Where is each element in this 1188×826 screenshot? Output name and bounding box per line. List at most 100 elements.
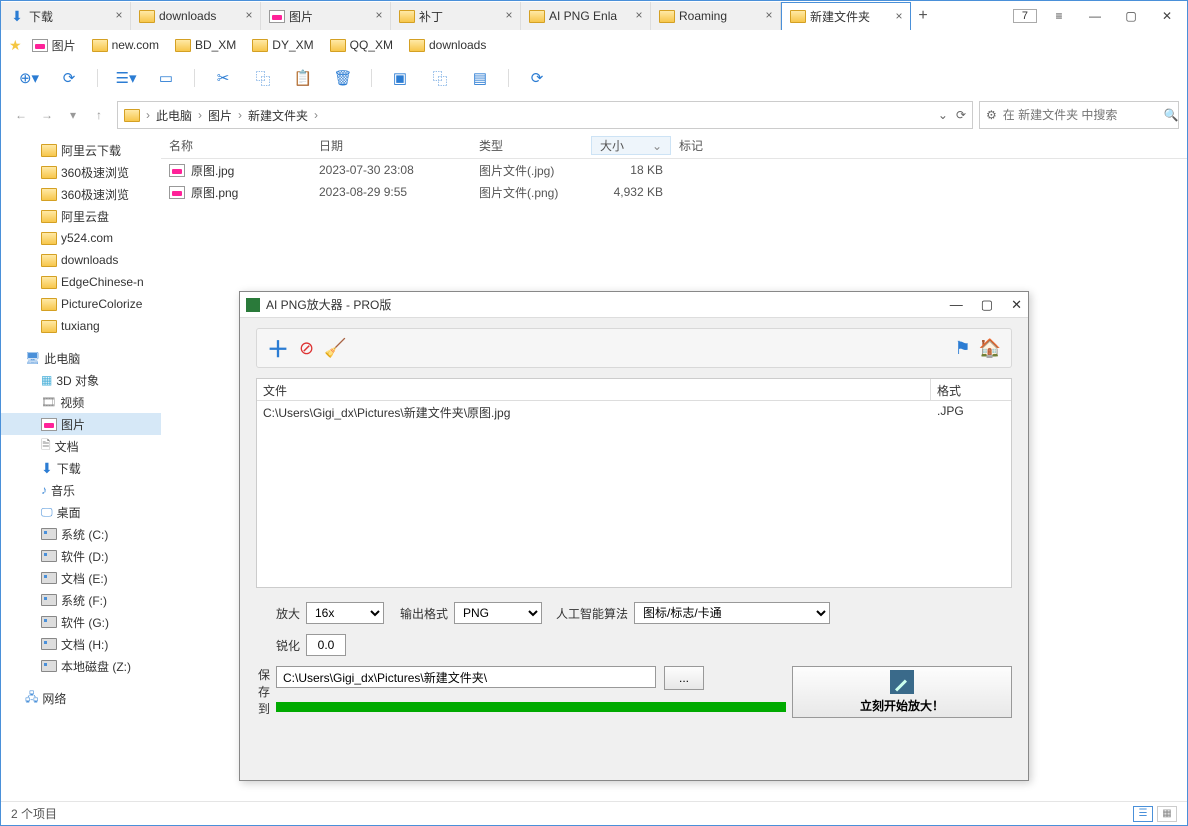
back-button[interactable]: ← [9,103,33,127]
tab-aipng[interactable]: AI PNG Enla× [521,2,651,30]
tab-newfolder[interactable]: 新建文件夹× [781,2,911,30]
bookmark-bdxm[interactable]: BD_XM [169,36,242,54]
col-type[interactable]: 类型 [471,137,591,154]
home-icon[interactable]: 🏠 [979,338,1001,359]
bookmark-pictures[interactable]: 图片 [26,35,82,56]
search-icon[interactable]: 🔍 [1164,108,1179,122]
view-details-button[interactable]: ☰ [1133,806,1153,822]
tree-item[interactable]: 系统 (C:) [1,523,161,545]
chevron-down-icon[interactable]: ⌄ [938,108,948,122]
enlarge-select[interactable]: 16x [306,602,384,624]
search-input[interactable] [1003,108,1158,122]
tree-item[interactable]: 🗎文档 [1,435,161,457]
maximize-button[interactable]: ▢ [1117,5,1145,27]
tree-item[interactable]: 本地磁盘 (Z:) [1,655,161,677]
tree-item[interactable]: 文档 (E:) [1,567,161,589]
list-col-format[interactable]: 格式 [931,379,1011,400]
bookmark-qqxm[interactable]: QQ_XM [324,36,399,54]
file-row[interactable]: 原图.jpg 2023-07-30 23:08 图片文件(.jpg) 18 KB [161,159,1187,181]
dialog-titlebar[interactable]: AI PNG放大器 - PRO版 — ▢ ✕ [240,292,1028,318]
add-tab-button[interactable]: + [911,7,935,25]
breadcrumb-item[interactable]: 图片 [208,107,232,124]
move-button[interactable]: ▣ [384,64,416,92]
flag-icon[interactable]: ⚑ [954,338,970,359]
tree-item[interactable]: tuxiang [1,315,161,337]
tree-item[interactable]: ♪音乐 [1,479,161,501]
col-size[interactable]: 大小⌄ [591,136,671,155]
close-icon[interactable]: × [892,10,906,24]
tree-item[interactable]: downloads [1,249,161,271]
tree-item[interactable]: 软件 (G:) [1,611,161,633]
tree-item[interactable]: 360极速浏览 [1,161,161,183]
tab-patch[interactable]: 补丁× [391,2,521,30]
bookmark-downloads[interactable]: downloads [403,36,492,54]
list-button[interactable]: ☰▾ [110,64,142,92]
tree-this-pc[interactable]: 🖥此电脑 [1,347,161,369]
up-button[interactable]: ↑ [87,103,111,127]
close-icon[interactable]: × [632,9,646,23]
algorithm-select[interactable]: 图标/标志/卡通 [634,602,830,624]
tree-network[interactable]: 🖧网络 [1,687,161,709]
tree-item[interactable]: EdgeChinese-n [1,271,161,293]
forward-button[interactable]: → [35,103,59,127]
close-icon[interactable]: × [502,9,516,23]
bookmark-dyxm[interactable]: DY_XM [246,36,319,54]
tree-item[interactable]: y524.com [1,227,161,249]
panel-button[interactable]: ▭ [150,64,182,92]
tree-item[interactable]: ⬇下载 [1,457,161,479]
start-enlarge-button[interactable]: 立刻开始放大！ [792,666,1012,718]
tree-item[interactable]: 🎞视频 [1,391,161,413]
file-row[interactable]: 原图.png 2023-08-29 9:55 图片文件(.png) 4,932 … [161,181,1187,203]
close-icon[interactable]: × [242,9,256,23]
close-icon[interactable]: × [372,9,386,23]
tree-item[interactable]: PictureColorize [1,293,161,315]
close-button[interactable]: ✕ [1011,297,1022,313]
tree-item[interactable]: ▦3D 对象 [1,369,161,391]
history-button[interactable]: ⟳ [53,64,85,92]
tree-item[interactable]: 系统 (F:) [1,589,161,611]
properties-button[interactable]: ▤ [464,64,496,92]
close-button[interactable]: ✕ [1153,5,1181,27]
delete-button[interactable]: 🗑 [327,64,359,92]
tree-item[interactable]: 阿里云盘 [1,205,161,227]
tree-item[interactable]: 360极速浏览 [1,183,161,205]
tree-item[interactable]: 🖵桌面 [1,501,161,523]
clear-button[interactable]: 🧹 [324,338,346,359]
tab-pictures[interactable]: 图片× [261,2,391,30]
paste-button[interactable]: 📋 [287,64,319,92]
gear-icon[interactable]: ⚙ [986,108,997,122]
copy-button[interactable]: ⿻ [247,64,279,92]
new-button[interactable]: ⊕▾ [13,64,45,92]
tree-item[interactable]: 文档 (H:) [1,633,161,655]
tab-downloads-cn[interactable]: ⬇下载× [1,2,131,30]
list-col-file[interactable]: 文件 [257,379,931,400]
tab-roaming[interactable]: Roaming× [651,2,781,30]
close-icon[interactable]: × [112,9,126,23]
cut-button[interactable]: ✂ [207,64,239,92]
address-bar[interactable]: › 此电脑 › 图片 › 新建文件夹 › ⌄⟳ [117,101,973,129]
tree-item[interactable]: 阿里云下载 [1,139,161,161]
dropdown-button[interactable]: ▾ [61,103,85,127]
minimize-button[interactable]: — [950,297,963,313]
bookmark-newcom[interactable]: new.com [86,36,165,54]
col-name[interactable]: 名称 [161,137,311,154]
tree-item-pictures[interactable]: 图片 [1,413,161,435]
breadcrumb-item[interactable]: 新建文件夹 [248,107,308,124]
list-row[interactable]: C:\Users\Gigi_dx\Pictures\新建文件夹\原图.jpg .… [257,401,1011,424]
refresh-icon[interactable]: ⟳ [956,108,966,122]
crop-button[interactable]: ⿻ [424,64,456,92]
star-icon[interactable]: ★ [9,37,22,54]
remove-button[interactable]: ⊘ [299,338,314,359]
menu-icon[interactable]: ≡ [1045,5,1073,27]
breadcrumb-item[interactable]: 此电脑 [156,107,192,124]
col-date[interactable]: 日期 [311,137,471,154]
search-box[interactable]: ⚙ 🔍 [979,101,1179,129]
view-icons-button[interactable]: ▦ [1157,806,1177,822]
saveto-input[interactable] [276,666,656,688]
close-icon[interactable]: × [762,9,776,23]
refresh-button[interactable]: ⟳ [521,64,553,92]
add-button[interactable]: ＋ [267,332,289,364]
tree-item[interactable]: 软件 (D:) [1,545,161,567]
minimize-button[interactable]: — [1081,5,1109,27]
output-format-select[interactable]: PNG [454,602,542,624]
